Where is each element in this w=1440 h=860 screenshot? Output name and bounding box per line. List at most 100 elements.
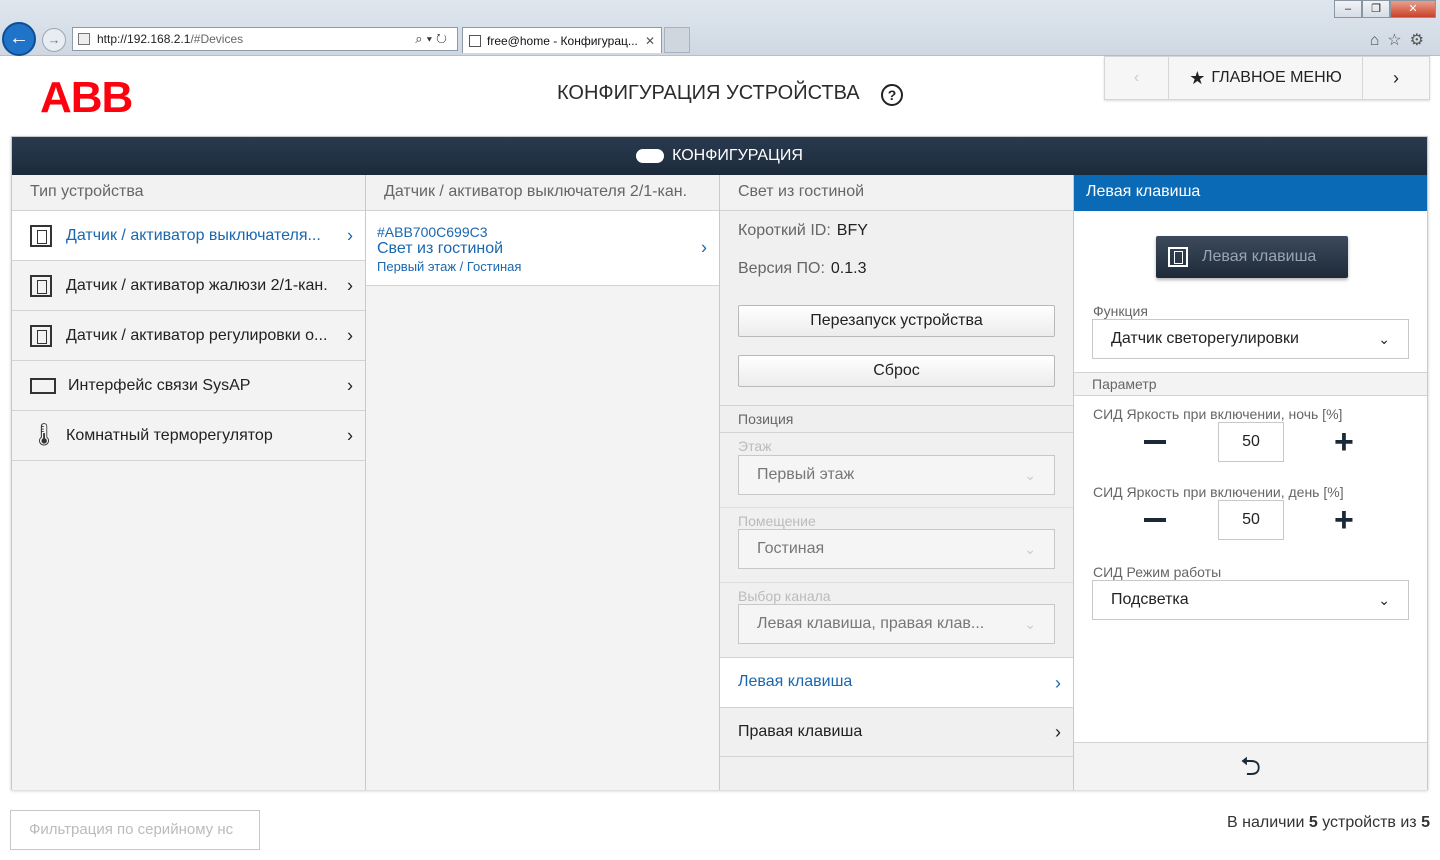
chevron-right-icon: ›	[1055, 672, 1061, 693]
floor-value: Первый этаж	[757, 466, 855, 483]
count-prefix: В наличии	[1227, 814, 1305, 831]
new-tab-button[interactable]	[664, 27, 690, 53]
chevron-down-icon: ⌄	[1378, 592, 1390, 608]
left-key-label: Левая клавиша	[738, 673, 853, 690]
led-day-input[interactable]: 50	[1218, 500, 1284, 540]
device-type-item[interactable]: 🌡 Комнатный терморегулятор ›	[12, 411, 365, 461]
sysap-interface-icon	[30, 377, 56, 394]
plus-icon[interactable]: +	[1334, 422, 1354, 462]
device-name: Свет из гостиной	[377, 240, 504, 257]
tab-close-icon[interactable]: ✕	[645, 28, 655, 54]
device-type-header: Тип устройства	[12, 175, 365, 211]
function-label: Функция	[1093, 303, 1148, 319]
star-icon: ★	[1189, 67, 1206, 88]
panel-header: КОНФИГУРАЦИЯ	[12, 137, 1427, 175]
window-controls: – ❐ ✕	[1334, 0, 1436, 20]
device-card[interactable]: #ABB700C699C3 Свет из гостиной Первый эт…	[366, 211, 719, 286]
position-section-label: Позиция	[720, 405, 1073, 433]
led-night-input[interactable]: 50	[1218, 422, 1284, 462]
close-window-icon[interactable]: ✕	[1390, 0, 1436, 18]
chevron-right-icon: ›	[347, 225, 353, 245]
back-arrow-icon[interactable]: ←	[2, 22, 36, 56]
thermometer-icon: 🌡	[30, 421, 58, 447]
device-type-column: Тип устройства Датчик / активатор выключ…	[12, 175, 366, 790]
floor-label: Этаж	[738, 438, 772, 454]
url-host: 192.168.2.1	[127, 32, 191, 46]
channel-value: Левая клавиша, правая клав...	[757, 615, 985, 632]
reset-button[interactable]: Сброс	[738, 355, 1055, 387]
channel-label: Выбор канала	[720, 582, 1073, 604]
short-id-label: Короткий ID:	[738, 222, 831, 239]
firmware-row: Версия ПО: 0.1.3	[720, 250, 1073, 288]
device-serial: #ABB700C699C3	[377, 224, 488, 240]
function-select[interactable]: Датчик светорегулировки ⌄	[1092, 319, 1409, 359]
device-details-column: Свет из гостиной Короткий ID: BFY Версия …	[720, 175, 1074, 790]
serial-filter-input[interactable]: Фильтрация по серийному нс	[10, 810, 260, 850]
main-menu-button[interactable]: ★ ГЛАВНОЕ МЕНЮ	[1169, 57, 1363, 99]
right-key-item[interactable]: Правая клавиша ›	[720, 707, 1073, 757]
help-icon[interactable]: ?	[881, 84, 903, 106]
firmware-value: 0.1.3	[830, 260, 867, 277]
count-available: 5	[1308, 814, 1318, 831]
room-value: Гостиная	[757, 540, 825, 557]
count-mid: устройств из	[1322, 814, 1417, 831]
chevron-down-icon: ⌄	[1378, 331, 1390, 347]
maximize-icon[interactable]: ❐	[1362, 0, 1390, 18]
count-total: 5	[1421, 814, 1430, 831]
device-type-item[interactable]: Датчик / активатор регулировки о... ›	[12, 311, 365, 361]
minus-icon[interactable]	[1144, 518, 1166, 522]
chevron-down-icon: ⌄	[1024, 541, 1036, 557]
device-count: В наличии 5 устройств из 5	[1227, 814, 1430, 832]
led-day-label: СИД Яркость при включении, день [%]	[1093, 484, 1344, 500]
device-type-label: Датчик / активатор регулировки о...	[66, 326, 328, 344]
dimmer-sensor-icon	[30, 324, 52, 347]
led-night-label: СИД Яркость при включении, ночь [%]	[1093, 406, 1343, 422]
function-value: Датчик светорегулировки	[1111, 330, 1299, 347]
page-favicon-icon	[78, 33, 90, 45]
device-list-column: Датчик / активатор выключателя 2/1-кан. …	[366, 175, 720, 790]
switch-sensor-icon	[30, 224, 52, 247]
back-arrow-icon: ⮌	[1240, 751, 1261, 781]
switch-key-icon	[1168, 247, 1188, 267]
firmware-label: Версия ПО:	[738, 260, 825, 277]
device-type-item[interactable]: Датчик / активатор выключателя... ›	[12, 211, 365, 261]
led-mode-value: Подсветка	[1111, 591, 1189, 608]
key-settings-header: Левая клавиша	[1074, 175, 1427, 211]
room-select[interactable]: Гостиная ⌄	[738, 529, 1055, 569]
minus-icon[interactable]	[1144, 440, 1166, 444]
short-id-row: Короткий ID: BFY	[720, 212, 1073, 250]
led-mode-select[interactable]: Подсветка ⌄	[1092, 580, 1409, 620]
next-button[interactable]: ›	[1363, 57, 1429, 99]
left-key-button[interactable]: Левая клавиша	[1156, 236, 1348, 278]
key-settings-column: Левая клавиша Левая клавиша Функция Датч…	[1074, 175, 1427, 790]
device-type-item[interactable]: Датчик / активатор жалюзи 2/1-кан. ›	[12, 261, 365, 311]
led-day-stepper: 50 +	[1144, 500, 1427, 540]
device-type-item[interactable]: Интерфейс связи SysAP ›	[12, 361, 365, 411]
browser-tools-icons[interactable]: ⌂☆⚙	[1370, 30, 1432, 50]
minimize-icon[interactable]: –	[1334, 0, 1362, 18]
url-prefix: http://	[97, 32, 128, 46]
panel-title: КОНФИГУРАЦИЯ	[672, 147, 803, 164]
abb-logo: ABB	[40, 73, 133, 122]
plus-icon[interactable]: +	[1334, 500, 1354, 540]
chevron-right-icon: ›	[701, 237, 707, 258]
floor-select[interactable]: Первый этаж ⌄	[738, 455, 1055, 495]
blind-sensor-icon	[30, 274, 52, 297]
address-bar[interactable]: http://192.168.2.1/#Devices ⌕▾↻	[72, 27, 458, 51]
left-key-button-label: Левая клавиша	[1202, 248, 1317, 265]
restart-device-button[interactable]: Перезапуск устройства	[738, 305, 1055, 337]
tab-favicon-icon	[469, 35, 481, 47]
forward-arrow-icon[interactable]: →	[42, 28, 66, 52]
left-key-item[interactable]: Левая клавиша ›	[720, 657, 1073, 707]
search-refresh-icons[interactable]: ⌕▾↻	[415, 28, 451, 50]
prev-button[interactable]: ‹	[1105, 57, 1169, 99]
device-type-label: Интерфейс связи SysAP	[68, 376, 251, 394]
main-menu-label: ГЛАВНОЕ МЕНЮ	[1211, 69, 1342, 86]
browser-chrome: ← → http://192.168.2.1/#Devices ⌕▾↻ free…	[0, 0, 1440, 56]
device-details-header: Свет из гостиной	[720, 175, 1073, 211]
configuration-panel: КОНФИГУРАЦИЯ Тип устройства Датчик / акт…	[11, 136, 1428, 790]
back-button[interactable]: ⮌	[1074, 742, 1427, 790]
right-key-label: Правая клавиша	[738, 723, 863, 740]
channel-select[interactable]: Левая клавиша, правая клав... ⌄	[738, 604, 1055, 644]
browser-tab[interactable]: free@home - Конфигурац... ✕	[462, 27, 662, 53]
